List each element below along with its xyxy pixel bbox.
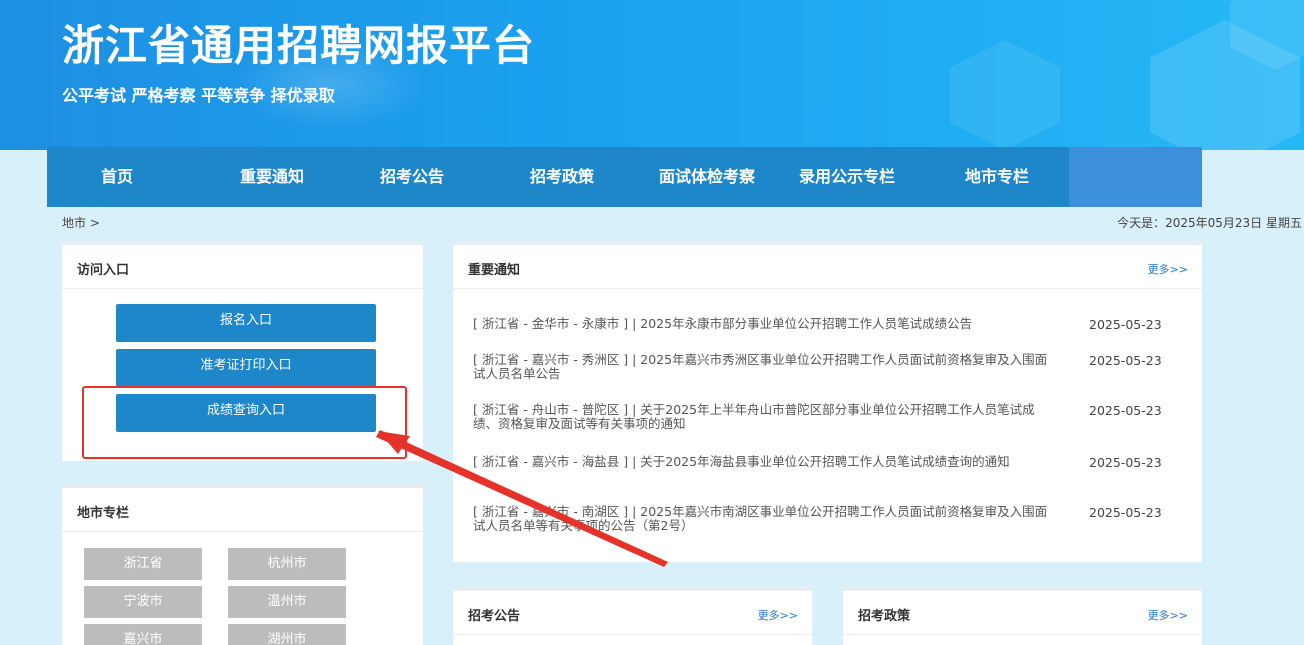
admission-ticket-print-button[interactable]: 准考证打印入口 xyxy=(116,349,376,387)
notice-date: 2025-05-23 xyxy=(1089,505,1162,520)
notice-item[interactable]: [ 浙江省 - 嘉兴市 - 秀洲区 ] | 2025年嘉兴市秀洲区事业单位公开招… xyxy=(473,353,1053,381)
recruit-panel-title: 招考公告 xyxy=(468,609,521,624)
access-panel-header: 访问入口 xyxy=(62,245,423,289)
policy-more-link[interactable]: 更多>> xyxy=(1148,607,1188,623)
policy-panel-title: 招考政策 xyxy=(858,609,911,624)
city-panel-title: 地市专栏 xyxy=(77,506,130,521)
access-panel-title: 访问入口 xyxy=(77,263,130,278)
breadcrumb: 地市 > xyxy=(62,216,100,230)
city-huzhou-button[interactable]: 湖州市 xyxy=(228,624,346,645)
site-title: 浙江省通用招聘网报平台 xyxy=(62,21,536,70)
nav-filler xyxy=(1069,147,1202,207)
city-ningbo-button[interactable]: 宁波市 xyxy=(84,586,202,618)
recruit-panel-header: 招考公告 更多>> xyxy=(453,591,812,635)
nav-city-column[interactable]: 地市专栏 xyxy=(942,147,1052,207)
city-wenzhou-button[interactable]: 温州市 xyxy=(228,586,346,618)
registration-entry-button[interactable]: 报名入口 xyxy=(116,304,376,342)
nav-recruit-announcements[interactable]: 招考公告 xyxy=(357,147,467,207)
notices-panel-header: 重要通知 更多>> xyxy=(453,245,1202,289)
nav-important-notices[interactable]: 重要通知 xyxy=(217,147,327,207)
site-slogan: 公平考试 严格考察 平等竞争 择优录取 xyxy=(62,86,335,105)
notice-item[interactable]: [ 浙江省 - 嘉兴市 - 南湖区 ] | 2025年嘉兴市南湖区事业单位公开招… xyxy=(473,505,1053,533)
nav-home[interactable]: 首页 xyxy=(77,147,157,207)
nav-interview-exam[interactable]: 面试体检考察 xyxy=(642,147,772,207)
annotation-highlight-box xyxy=(82,386,407,459)
notices-panel: 重要通知 更多>> [ 浙江省 - 金华市 - 永康市 ] | 2025年永康市… xyxy=(453,241,1202,562)
recruit-more-link[interactable]: 更多>> xyxy=(758,607,798,623)
city-hangzhou-button[interactable]: 杭州市 xyxy=(228,548,346,580)
nav-hiring-publicity[interactable]: 录用公示专栏 xyxy=(782,147,912,207)
banner-hex-decoration xyxy=(950,40,1060,150)
notice-item[interactable]: [ 浙江省 - 舟山市 - 普陀区 ] | 关于2025年上半年舟山市普陀区部分… xyxy=(473,403,1053,431)
city-panel: 地市专栏 浙江省 杭州市 宁波市 温州市 嘉兴市 湖州市 xyxy=(62,484,423,645)
header-banner: 浙江省通用招聘网报平台 公平考试 严格考察 平等竞争 择优录取 xyxy=(0,0,1304,150)
main-nav: 首页 重要通知 招考公告 招考政策 面试体检考察 录用公示专栏 地市专栏 xyxy=(47,147,1202,207)
notice-date: 2025-05-23 xyxy=(1089,455,1162,470)
nav-recruit-policies[interactable]: 招考政策 xyxy=(507,147,617,207)
notices-more-link[interactable]: 更多>> xyxy=(1148,261,1188,277)
notice-date: 2025-05-23 xyxy=(1089,353,1162,368)
city-jiaxing-button[interactable]: 嘉兴市 xyxy=(84,624,202,645)
today-date: 今天是：2025年05月23日 星期五 xyxy=(1117,216,1302,230)
notice-date: 2025-05-23 xyxy=(1089,317,1162,332)
notice-item[interactable]: [ 浙江省 - 金华市 - 永康市 ] | 2025年永康市部分事业单位公开招聘… xyxy=(473,317,1053,331)
recruit-panel: 招考公告 更多>> xyxy=(453,587,812,645)
notice-date: 2025-05-23 xyxy=(1089,403,1162,418)
policy-panel-header: 招考政策 更多>> xyxy=(843,591,1202,635)
notices-panel-title: 重要通知 xyxy=(468,263,521,278)
notice-item[interactable]: [ 浙江省 - 嘉兴市 - 海盐县 ] | 关于2025年海盐县事业单位公开招聘… xyxy=(473,455,1053,469)
city-panel-header: 地市专栏 xyxy=(62,488,423,532)
city-zhejiang-button[interactable]: 浙江省 xyxy=(84,548,202,580)
policy-panel: 招考政策 更多>> xyxy=(843,587,1202,645)
